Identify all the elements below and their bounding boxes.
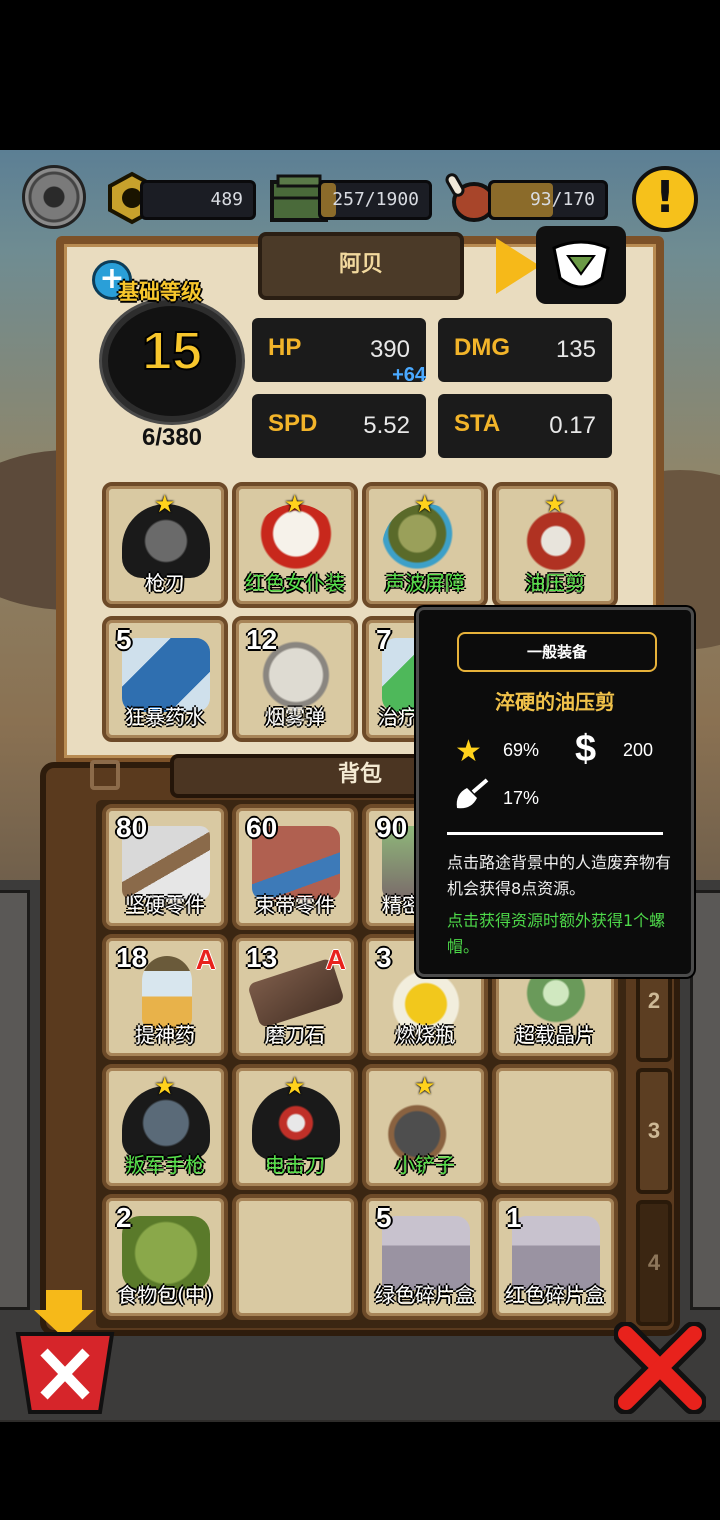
item-description: 点击路途背景中的人造废弃物有机会获得8点资源。: [447, 853, 672, 898]
star-icon: ★: [284, 490, 306, 518]
star-icon: ★: [455, 735, 482, 768]
bag-slot-shock-knife[interactable]: ★ 电击刀: [232, 1064, 358, 1190]
star-icon: ★: [414, 1072, 436, 1100]
shovel-icon: [456, 778, 489, 809]
bag-corner-icon: [90, 760, 120, 790]
food-counter: 93/170: [488, 180, 608, 220]
rarity-label: 一般装备: [457, 632, 657, 672]
alert-icon[interactable]: !: [632, 166, 698, 232]
settings-gear-icon[interactable]: [22, 165, 86, 229]
close-icon[interactable]: [614, 1322, 706, 1414]
bag-slot-energizer[interactable]: 18 A 提神药: [102, 934, 228, 1060]
equip-slot-hydraulic-cutter[interactable]: ★ 油压剪: [492, 482, 618, 608]
crates-counter: 257/1900: [318, 180, 432, 220]
equip-slot-gunblade[interactable]: ★ 枪刃: [102, 482, 228, 608]
equip-slot-sonic-barrier[interactable]: ★ 声波屏障: [362, 482, 488, 608]
system-bottom-bar: [0, 1422, 720, 1520]
page-tab-3[interactable]: 3: [636, 1068, 672, 1194]
stat-hp: HP 390 +64: [252, 318, 426, 386]
stat-sta: STA 0.17: [438, 394, 612, 458]
discard-button[interactable]: [14, 1290, 116, 1414]
sell-price: 200: [623, 740, 654, 760]
bolts-counter: 489: [140, 180, 256, 220]
consumable-slot-smoke-bomb[interactable]: 12 烟雾弹: [232, 616, 358, 742]
star-icon: ★: [284, 1072, 306, 1100]
page-tab-4[interactable]: 4: [636, 1200, 672, 1326]
hp-bonus: +64: [392, 364, 426, 386]
star-icon: ★: [154, 1072, 176, 1100]
dig-chance: 17%: [503, 788, 540, 808]
bag-slot-strap-parts[interactable]: 60 束带零件: [232, 804, 358, 930]
money-icon: $: [575, 728, 597, 770]
tooltip-divider: [447, 832, 663, 835]
stat-dmg: DMG 135: [438, 318, 612, 382]
star-icon: ★: [544, 490, 566, 518]
item-tooltip: 一般装备 淬硬的油压剪 ★ 69% $ 200 17% 点击路途背景中的人造废弃…: [416, 607, 694, 977]
bag-slot-green-shard-box[interactable]: 5 绿色碎片盒: [362, 1194, 488, 1320]
star-chance: 69%: [503, 740, 540, 760]
experience-counter: 6/380: [141, 424, 203, 451]
item-name: 淬硬的油压剪: [495, 690, 615, 714]
bag-slot-food-pack[interactable]: 2 食物包(中): [102, 1194, 228, 1320]
bag-slot-whetstone[interactable]: 13 A 磨刀石: [232, 934, 358, 1060]
bag-slot-empty[interactable]: [232, 1194, 358, 1320]
bag-slot-small-shovel[interactable]: ★ 小铲子: [362, 1064, 488, 1190]
stat-spd: SPD 5.52: [252, 394, 426, 458]
bag-slot-empty[interactable]: [492, 1064, 618, 1190]
bag-slot-hard-parts[interactable]: 80 坚硬零件: [102, 804, 228, 930]
level-label: 基础等级: [118, 280, 202, 304]
consumable-slot-rage-potion[interactable]: 5 狂暴药水: [102, 616, 228, 742]
bag-slot-red-shard-box[interactable]: 1 红色碎片盒: [492, 1194, 618, 1320]
star-icon: ★: [414, 490, 436, 518]
level-number: 15: [141, 320, 203, 382]
equip-slot-maid-outfit[interactable]: ★ 红色女仆装: [232, 482, 358, 608]
bag-slot-rebel-pistol[interactable]: ★ 叛军手枪: [102, 1064, 228, 1190]
item-bonus: 点击获得资源时额外获得1个螺帽。: [447, 911, 666, 956]
character-name: 阿贝: [258, 232, 464, 300]
character-emblem-icon[interactable]: [536, 226, 626, 304]
star-icon: ★: [154, 490, 176, 518]
